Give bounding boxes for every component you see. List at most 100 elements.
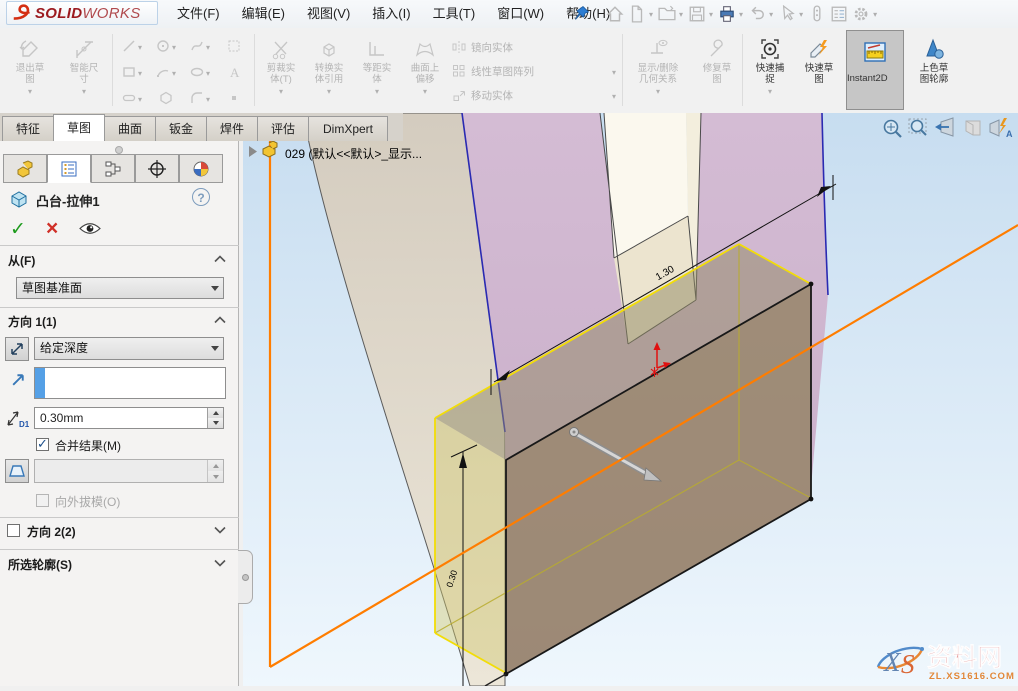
save-icon[interactable] [688,5,706,23]
chevron-down-icon[interactable] [214,559,226,567]
tab-sketch[interactable]: 草图 [53,114,105,141]
from-condition-select[interactable]: 草图基准面 [16,277,224,299]
menu-file[interactable]: 文件(F) [166,0,231,28]
spin-down-icon[interactable] [208,418,223,428]
depth-input[interactable]: 0.30mm [34,407,224,429]
relations-dropdown[interactable]: ▾ [626,87,690,96]
polygon-tool[interactable] [150,86,182,110]
tab-weldments[interactable]: 焊件 [206,116,258,141]
exit-sketch-button[interactable]: 退出草 图▾ [4,31,56,96]
spline-tool[interactable]: ▾ [184,34,216,58]
ellipse-tool[interactable]: ▾ [184,60,216,84]
preview-vertex[interactable] [809,282,814,287]
select-dropdown-icon[interactable]: ▾ [799,10,803,19]
draft-button[interactable] [5,459,29,483]
tab-dimxpert[interactable]: DimXpert [308,116,388,141]
new-document-icon[interactable] [628,5,646,23]
magnetic-lines-icon[interactable] [808,5,826,23]
direction-reference-listbox[interactable] [34,367,226,399]
properties-icon[interactable] [830,5,848,23]
menu-view[interactable]: 视图(V) [296,0,361,28]
select-cursor-icon[interactable] [778,5,796,23]
offset-surface-dropdown[interactable]: ▾ [402,87,448,96]
print-dropdown-icon[interactable]: ▾ [739,10,743,19]
arc-tool[interactable]: ▾ [150,60,182,84]
undo-dropdown-icon[interactable]: ▾ [769,10,773,19]
depth-spinner[interactable] [207,408,223,428]
linear-sketch-pattern-button[interactable]: 线性草图阵列 ▾ [452,60,616,82]
linear-pattern-dropdown[interactable]: ▾ [612,68,616,77]
preview-eye-button[interactable] [78,221,102,236]
smart-dimension-button[interactable]: 智能尺 寸▾ [58,31,110,96]
menu-tools[interactable]: 工具(T) [422,0,487,28]
convert-dropdown[interactable]: ▾ [306,87,352,96]
exit-sketch-dropdown[interactable]: ▾ [4,87,56,96]
instant2d-button[interactable]: Instant2D [846,30,904,110]
direction2-checkbox[interactable] [7,524,20,537]
menu-edit[interactable]: 编辑(E) [231,0,296,28]
print-icon[interactable] [718,5,736,23]
tab-sheet-metal[interactable]: 钣金 [155,116,207,141]
menu-window[interactable]: 窗口(W) [486,0,555,28]
sketch-picture-tool[interactable] [218,34,250,58]
rapid-sketch-button[interactable]: 快速草 图 [796,31,842,85]
quick-snaps-dropdown[interactable]: ▾ [746,87,794,96]
graphics-viewport[interactable]: 1.30 0.30 029 (默认<<默认>_显示... [243,113,1018,686]
merge-result-checkbox[interactable] [36,438,49,451]
circle-tool[interactable]: ▾ [150,34,182,58]
options-dropdown-icon[interactable]: ▾ [873,10,877,19]
tab-displaymanager[interactable] [179,154,223,183]
quick-snaps-button[interactable]: 快速捕 捉▾ [746,31,794,96]
repair-sketch-button[interactable]: 修复草 图 [694,31,740,85]
preview-vertex[interactable] [809,497,814,502]
panel-collapse-handle[interactable] [238,550,253,604]
offset-entities-button[interactable]: 等距实 体▾ [354,31,400,96]
pin-icon[interactable] [574,5,590,21]
ok-button[interactable]: ✓ [10,218,26,241]
tab-dimxpertmanager[interactable] [135,154,179,183]
shaded-sketch-contours-button[interactable]: 上色草 图轮廓 [908,31,960,85]
preview-left-face[interactable] [435,418,506,674]
tab-propertymanager[interactable] [47,154,91,183]
new-dropdown-icon[interactable]: ▾ [649,10,653,19]
point-tool[interactable] [218,86,250,110]
panel-grip[interactable] [115,146,123,154]
fillet-tool[interactable]: ▾ [184,86,216,110]
tab-evaluate[interactable]: 评估 [257,116,309,141]
open-dropdown-icon[interactable]: ▾ [679,10,683,19]
trim-dropdown[interactable]: ▾ [258,87,304,96]
help-icon[interactable]: ? [192,188,210,206]
tab-features[interactable]: 特征 [2,116,54,141]
open-icon[interactable] [658,5,676,23]
move-entities-button[interactable]: 移动实体 ▾ [452,84,616,106]
rectangle-tool[interactable]: ▾ [116,60,148,84]
chevron-up-icon[interactable] [214,316,226,324]
save-dropdown-icon[interactable]: ▾ [709,10,713,19]
slot-tool[interactable]: ▾ [116,86,148,110]
tab-surfaces[interactable]: 曲面 [104,116,156,141]
spin-up-icon[interactable] [208,408,223,418]
mirror-entities-button[interactable]: 镜向实体 [452,36,616,58]
menu-insert[interactable]: 插入(I) [361,0,421,28]
smart-dimension-dropdown[interactable]: ▾ [58,87,110,96]
tab-featuremanager[interactable] [3,154,47,183]
trim-entities-button[interactable]: 剪裁实 体(T)▾ [258,31,304,96]
undo-icon[interactable] [748,5,766,23]
tree-item-label[interactable]: 029 (默认<<默认>_显示... [285,146,422,161]
solidworks-logo[interactable]: SOLIDWORKS [6,1,158,25]
text-tool[interactable]: A [218,60,250,84]
home-icon[interactable] [606,5,624,23]
offset-on-surface-button[interactable]: 曲面上 偏移▾ [402,31,448,96]
display-delete-relations-button[interactable]: 显示/删除 几何关系▾ [626,31,690,96]
end-condition-select[interactable]: 给定深度 [34,337,224,360]
tab-configurationmanager[interactable] [91,154,135,183]
convert-entities-button[interactable]: 转换实 体引用▾ [306,31,352,96]
reverse-direction-button[interactable] [5,337,29,361]
move-entities-dropdown[interactable]: ▾ [612,92,616,101]
chevron-down-icon[interactable] [214,526,226,534]
options-gear-icon[interactable] [852,5,870,23]
offset-dropdown[interactable]: ▾ [354,87,400,96]
line-tool[interactable]: ▾ [116,34,148,58]
cancel-button[interactable]: × [46,217,58,241]
chevron-up-icon[interactable] [214,255,226,263]
